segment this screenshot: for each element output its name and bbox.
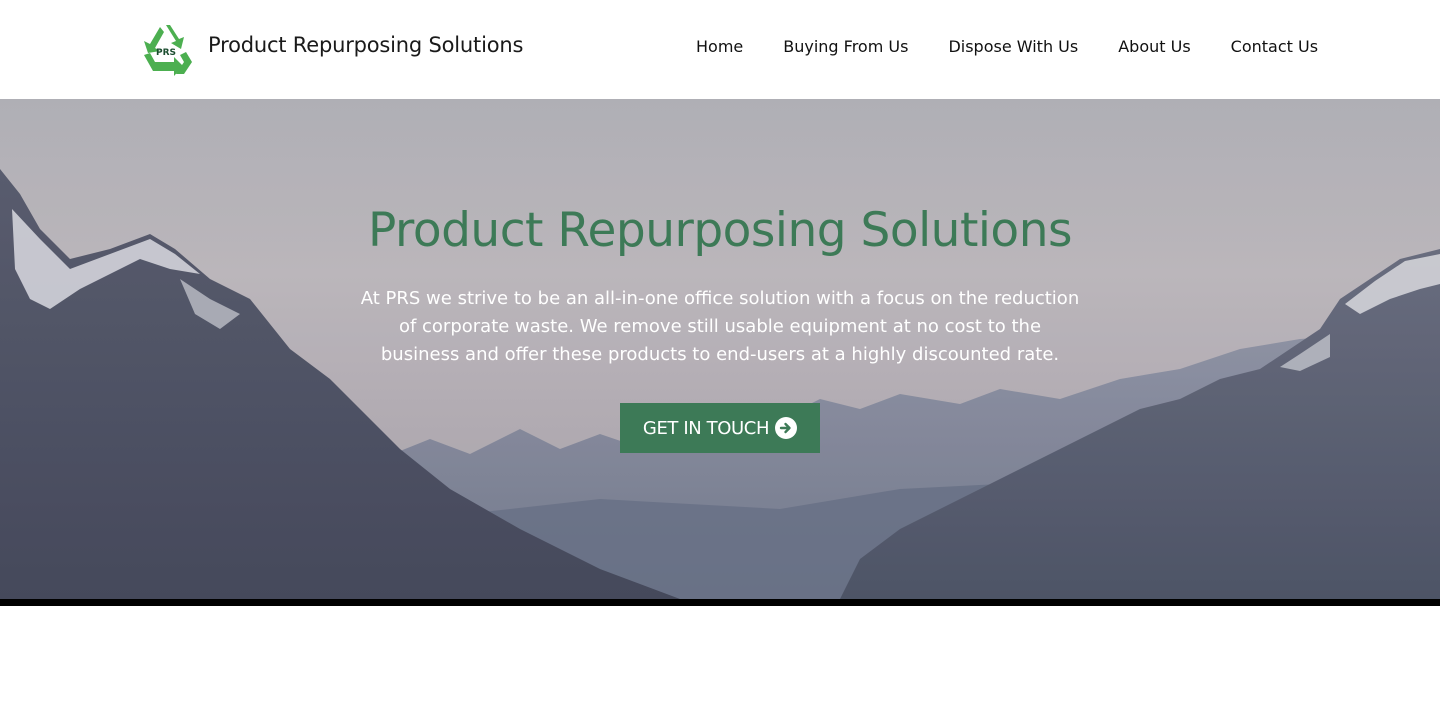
arrow-circle-right-icon bbox=[775, 417, 798, 439]
nav-buying-from-us[interactable]: Buying From Us bbox=[783, 37, 908, 56]
nav-about-us[interactable]: About Us bbox=[1118, 37, 1190, 56]
hero-title: Product Repurposing Solutions bbox=[368, 203, 1072, 258]
hero-section: Product Repurposing Solutions At PRS we … bbox=[0, 99, 1440, 599]
get-in-touch-button[interactable]: GET IN TOUCH bbox=[620, 403, 820, 453]
hero-description: At PRS we strive to be an all-in-one off… bbox=[360, 288, 1080, 365]
main-nav: Home Buying From Us Dispose With Us Abou… bbox=[696, 37, 1318, 56]
get-in-touch-label: GET IN TOUCH bbox=[642, 417, 770, 439]
nav-contact-us[interactable]: Contact Us bbox=[1231, 37, 1318, 56]
logo-text: PRS bbox=[156, 48, 176, 58]
section-divider bbox=[0, 599, 1440, 606]
site-header: PRS Product Repurposing Solutions Home B… bbox=[0, 0, 1440, 99]
nav-dispose-with-us[interactable]: Dispose With Us bbox=[948, 37, 1078, 56]
nav-home[interactable]: Home bbox=[696, 37, 743, 56]
recycle-logo-icon[interactable]: PRS bbox=[138, 22, 194, 78]
brand-name[interactable]: Product Repurposing Solutions bbox=[208, 33, 523, 57]
